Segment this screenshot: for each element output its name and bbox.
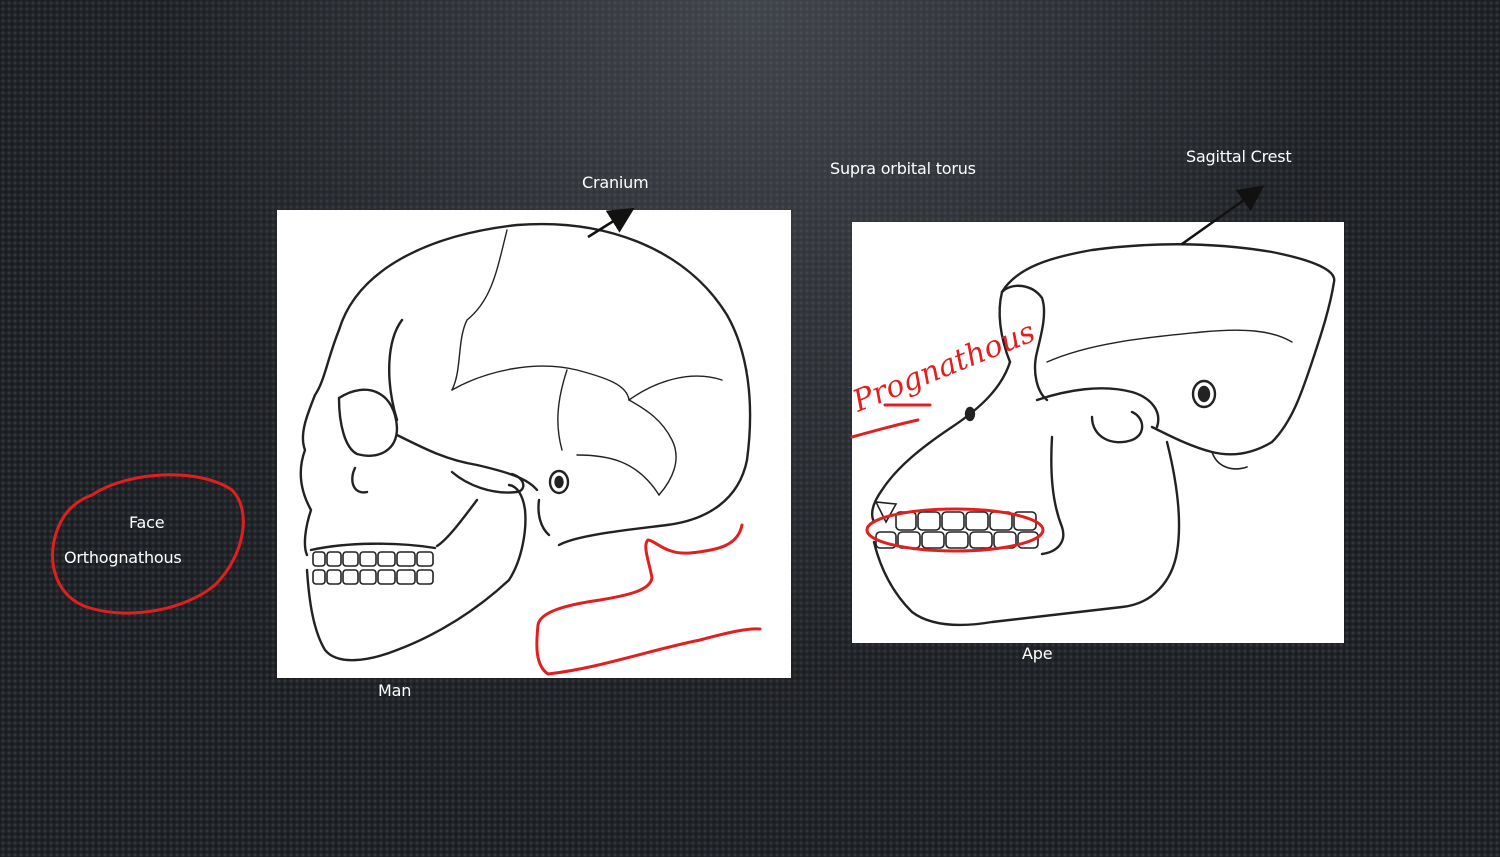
human-skull-image <box>277 210 791 678</box>
orthognathous-label: Orthognathous <box>64 548 182 567</box>
supra-orbital-torus-label: Supra orbital torus <box>830 159 976 178</box>
ape-skull-image <box>852 222 1344 643</box>
ape-skull-drawing <box>870 243 1336 627</box>
man-caption: Man <box>378 681 412 700</box>
orthognathous-circle <box>51 473 245 615</box>
cranium-label: Cranium <box>582 173 649 192</box>
ape-caption: Ape <box>1022 644 1053 663</box>
sagittal-crest-label: Sagittal Crest <box>1186 147 1292 166</box>
face-label: Face <box>129 513 165 532</box>
human-skull-drawing <box>299 222 752 662</box>
